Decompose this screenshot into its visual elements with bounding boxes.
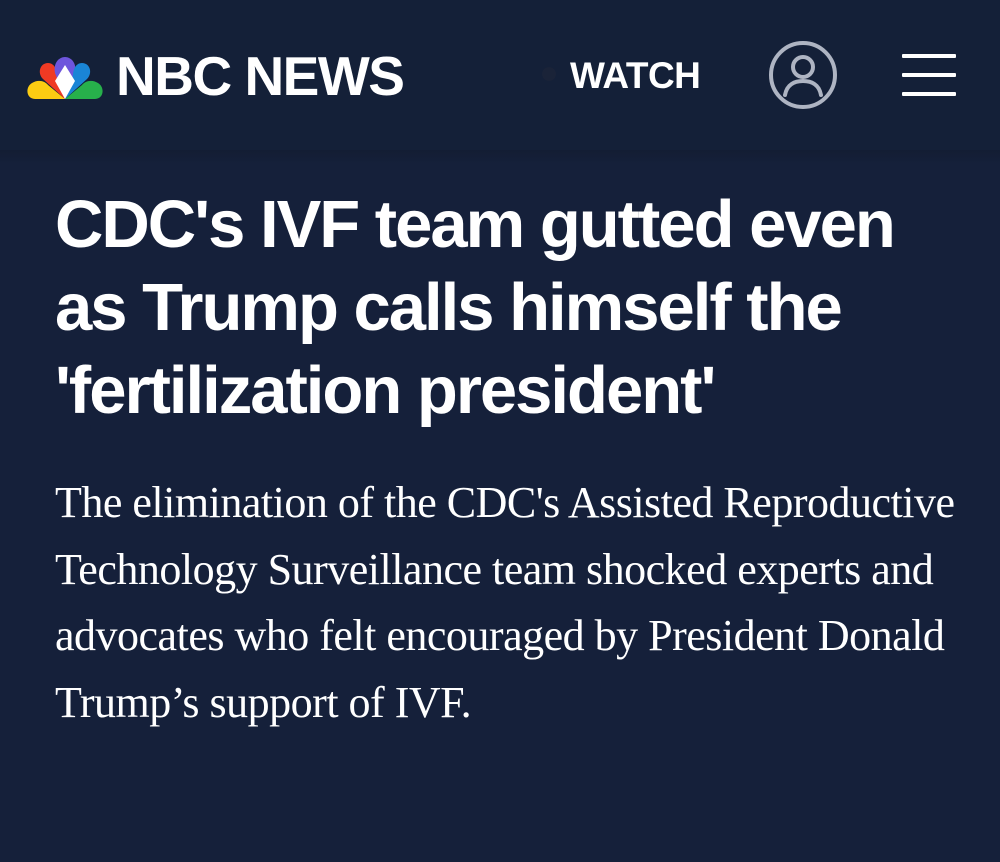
site-header: NBC NEWS WATCH [0,0,1000,150]
hamburger-menu-button[interactable] [902,54,956,96]
header-divider [0,150,1000,164]
hamburger-menu-icon-bar [902,92,956,96]
nbc-peacock-icon [27,57,103,99]
hamburger-menu-icon-bar [902,73,956,77]
nbc-news-logo-link[interactable]: NBC NEWS [26,45,405,107]
hamburger-menu-icon [902,54,956,58]
nbc-news-wordmark: NBC NEWS [116,45,405,107]
watch-link[interactable]: WATCH [570,55,701,97]
user-account-icon [769,41,837,109]
article-dek: The elimination of the CDC's Assisted Re… [55,478,955,727]
user-account-button[interactable] [768,40,838,110]
article-headline[interactable]: CDC's IVF team gutted even as Trump call… [55,183,955,432]
live-indicator-dot [542,67,556,81]
